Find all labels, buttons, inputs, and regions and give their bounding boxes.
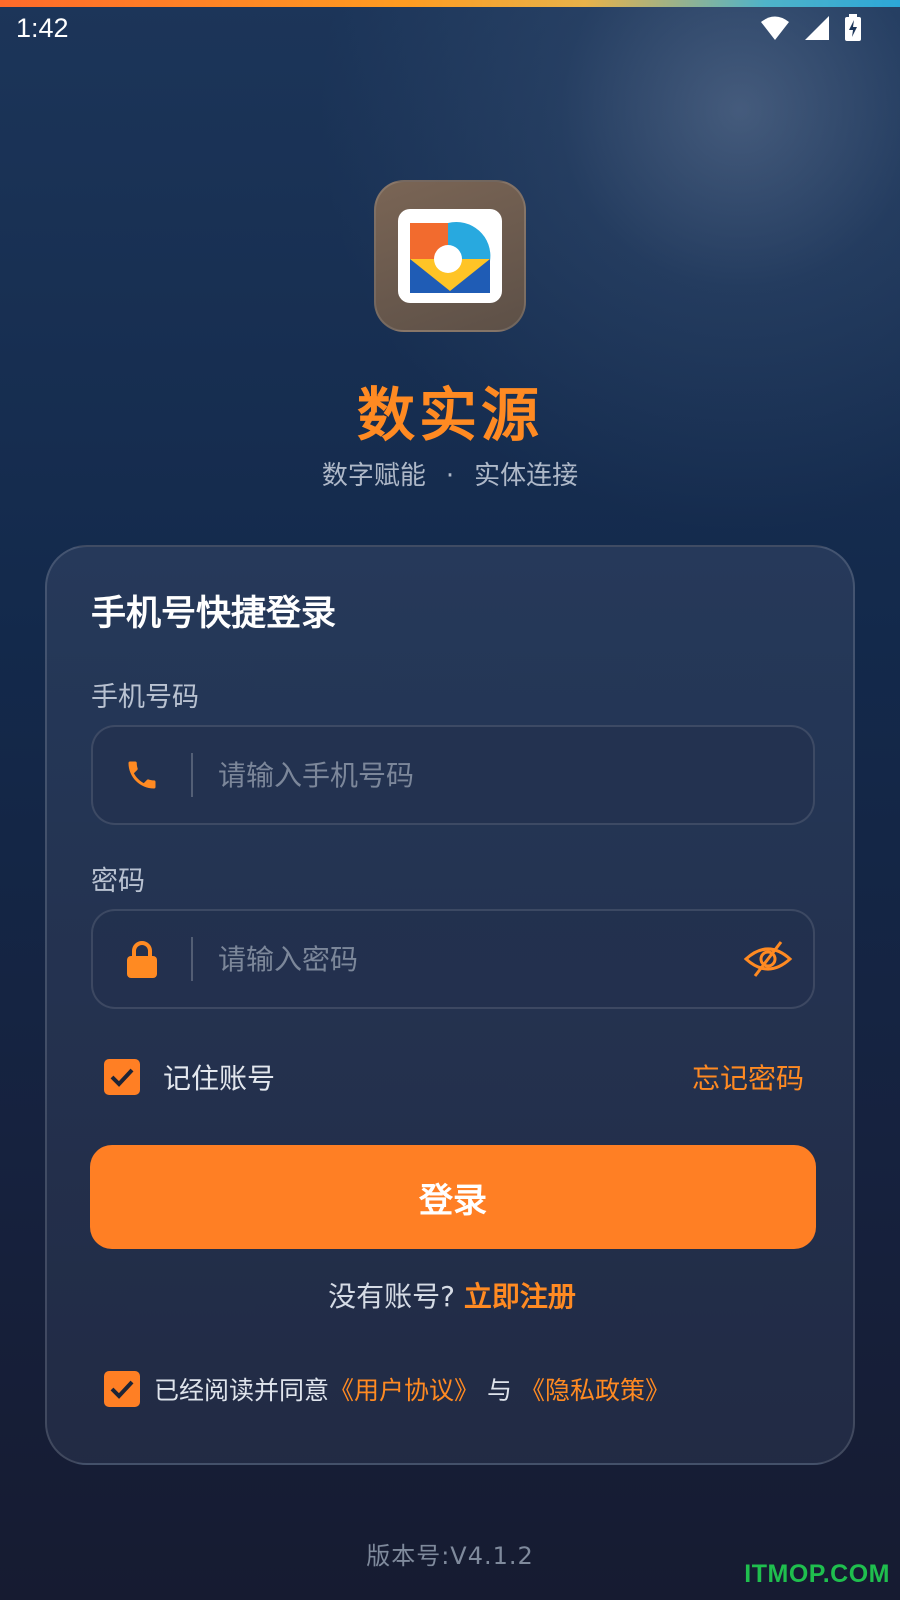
- register-prompt: 没有账号?: [328, 1280, 455, 1313]
- slogan-left: 数字赋能: [321, 461, 426, 491]
- wifi-icon: [760, 15, 790, 41]
- password-field-divider: [191, 937, 193, 981]
- lock-icon: [93, 939, 191, 979]
- password-field: [91, 909, 815, 1009]
- phone-icon: [93, 757, 191, 793]
- phone-input[interactable]: [218, 745, 813, 805]
- slogan-dot: ·: [445, 461, 455, 491]
- agreement-row: 已经阅读并同意 《用户协议》 与 《隐私政策》: [104, 1369, 670, 1409]
- agreement-checkbox[interactable]: [104, 1371, 140, 1407]
- remember-row: 记住账号 忘记密码: [104, 1057, 804, 1097]
- register-row: 没有账号? 立即注册: [47, 1275, 857, 1315]
- battery-charging-icon: [844, 14, 862, 42]
- password-input[interactable]: [218, 929, 723, 989]
- app-logo-icon: [374, 180, 526, 332]
- remember-label: 记住账号: [163, 1062, 276, 1095]
- signal-icon: [804, 15, 830, 41]
- login-title: 手机号快捷登录: [91, 594, 337, 634]
- agreement-text: 已经阅读并同意: [154, 1376, 330, 1405]
- login-card: 手机号快捷登录 手机号码 密码 记住账号 忘记: [45, 545, 855, 1465]
- phone-label: 手机号码: [91, 682, 199, 713]
- register-link[interactable]: 立即注册: [464, 1280, 576, 1313]
- agreement-and: 与: [487, 1376, 513, 1405]
- phone-field: [91, 725, 815, 825]
- phone-field-divider: [191, 753, 193, 797]
- status-bar: 1:42: [0, 8, 900, 48]
- status-icons: [760, 14, 862, 42]
- slogan-right: 实体连接: [474, 461, 579, 491]
- top-gradient-strip: [0, 0, 900, 7]
- password-label: 密码: [91, 866, 145, 897]
- status-time: 1:42: [16, 12, 69, 43]
- login-button[interactable]: 登录: [90, 1145, 816, 1249]
- forgot-password-link[interactable]: 忘记密码: [692, 1057, 804, 1097]
- app-slogan: 数字赋能 · 实体连接: [0, 455, 900, 492]
- eye-off-icon[interactable]: [723, 939, 813, 979]
- app-name: 数实源: [356, 381, 543, 449]
- user-agreement-link[interactable]: 《用户协议》: [329, 1371, 479, 1407]
- watermark: ITMOP.COM: [744, 1560, 890, 1588]
- privacy-policy-link[interactable]: 《隐私政策》: [520, 1371, 670, 1407]
- remember-checkbox[interactable]: [104, 1059, 140, 1095]
